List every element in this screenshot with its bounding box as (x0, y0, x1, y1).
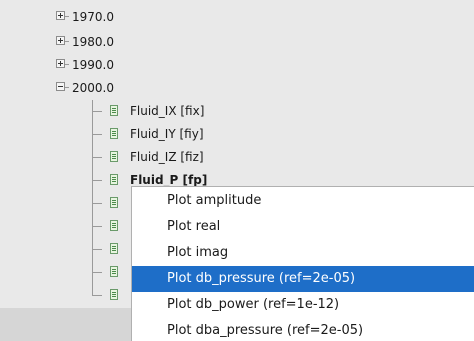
tree-node-label: 2000.0 (72, 81, 114, 95)
document-leaf-icon (110, 220, 118, 231)
menu-item-plot-imag[interactable]: Plot imag (132, 240, 474, 266)
tree-leaf-label: Fluid_IY [fiy] (130, 127, 204, 141)
tree-leaf-label: Fluid_IX [fix] (130, 104, 205, 118)
document-leaf-icon (110, 128, 118, 139)
minus-box-icon[interactable] (56, 82, 65, 91)
menu-item-plot-db-pressure[interactable]: Plot db_pressure (ref=2e-05) (132, 266, 474, 292)
menu-item-plot-db-power[interactable]: Plot db_power (ref=1e-12) (132, 292, 474, 318)
tree-node-label: 1980.0 (72, 35, 114, 49)
document-leaf-icon (110, 197, 118, 208)
menu-item-plot-real[interactable]: Plot real (132, 214, 474, 240)
tree-connector-line (92, 100, 93, 296)
document-leaf-icon (110, 266, 118, 277)
plus-box-icon[interactable] (56, 11, 65, 20)
document-leaf-icon (110, 151, 118, 162)
tree-leaf-label: Fluid_IZ [fiz] (130, 150, 204, 164)
menu-item-plot-dba-pressure[interactable]: Plot dba_pressure (ref=2e-05) (132, 318, 474, 341)
document-leaf-icon (110, 174, 118, 185)
menu-item-plot-amplitude[interactable]: Plot amplitude (132, 188, 474, 214)
tree-node-label: 1970.0 (72, 10, 114, 24)
document-leaf-icon (110, 289, 118, 300)
plus-box-icon[interactable] (56, 59, 65, 68)
document-leaf-icon (110, 105, 118, 116)
document-leaf-icon (110, 243, 118, 254)
plus-box-icon[interactable] (56, 36, 65, 45)
context-menu: Plot amplitude Plot real Plot imag Plot … (131, 186, 474, 341)
tree-node-label: 1990.0 (72, 58, 114, 72)
